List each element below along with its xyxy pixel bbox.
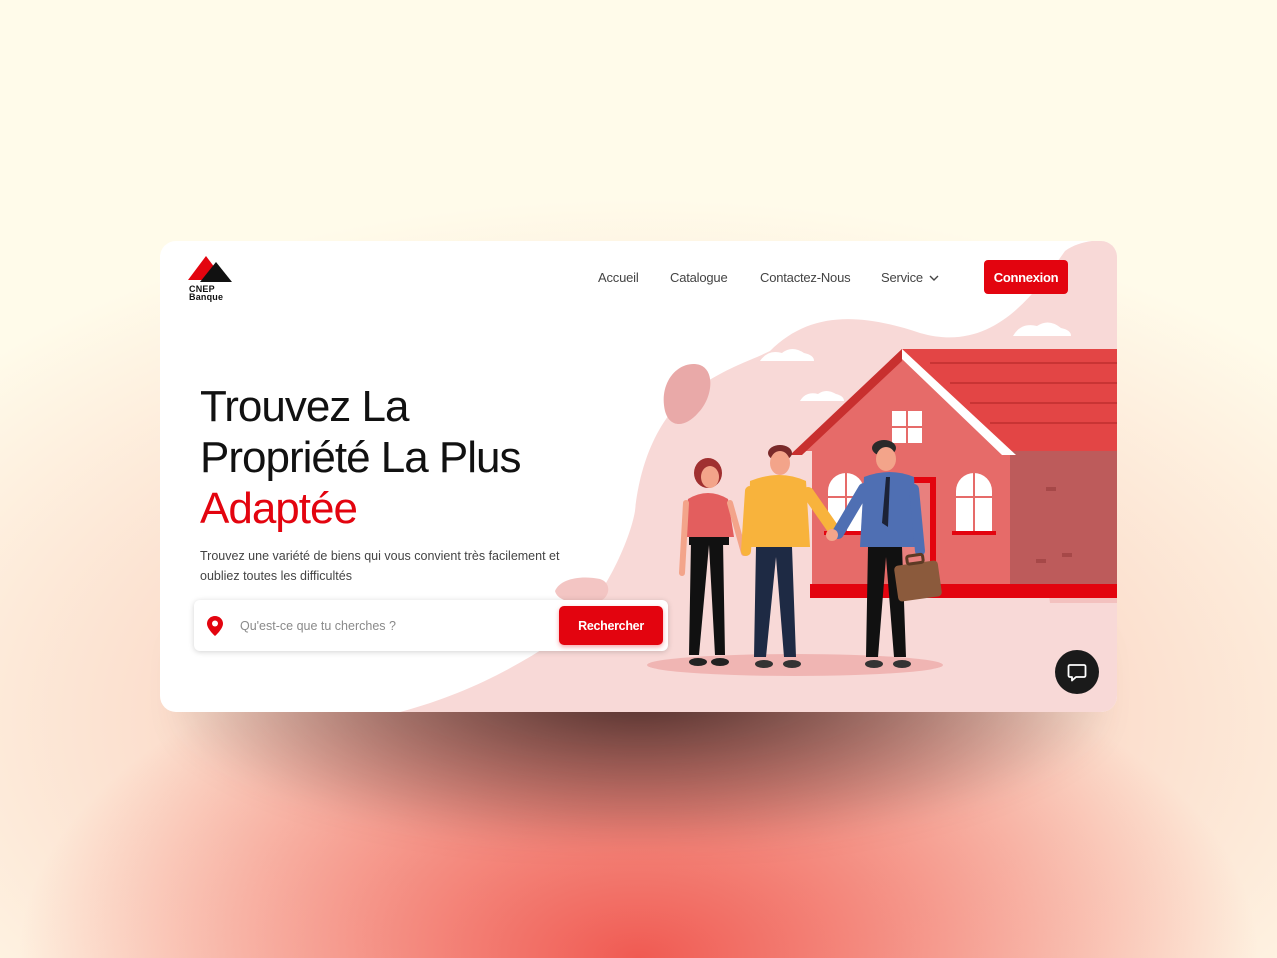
chat-icon <box>1067 664 1087 682</box>
nav-service-label: Service <box>881 270 923 285</box>
search-bar: Rechercher <box>194 600 668 651</box>
hero-subtitle: Trouvez une variété de biens qui vous co… <box>200 549 560 583</box>
hero-title: Trouvez La Propriété La Plus Adaptée <box>200 381 522 534</box>
landing-page-card: CNEP Banque Accueil Catalogue Contactez-… <box>160 241 1117 712</box>
brand-line2: Banque <box>189 292 224 302</box>
nav-catalogue[interactable]: Catalogue <box>670 270 728 285</box>
search-input[interactable] <box>238 614 542 638</box>
hero-title-line2: Propriété La Plus <box>200 433 522 482</box>
nav-accueil[interactable]: Accueil <box>598 270 639 285</box>
hero-title-accent: Adaptée <box>200 484 358 533</box>
brand-name: CNEP Banque <box>189 285 224 302</box>
rechercher-button[interactable]: Rechercher <box>559 606 663 645</box>
connexion-button[interactable]: Connexion <box>984 260 1068 294</box>
location-pin-icon <box>207 616 223 636</box>
nav-service-dropdown[interactable]: Service <box>881 270 939 285</box>
hero-title-line1: Trouvez La <box>200 382 409 431</box>
chat-button[interactable] <box>1055 650 1099 694</box>
chevron-down-icon <box>929 275 939 281</box>
nav-contactez-nous[interactable]: Contactez-Nous <box>760 270 851 285</box>
